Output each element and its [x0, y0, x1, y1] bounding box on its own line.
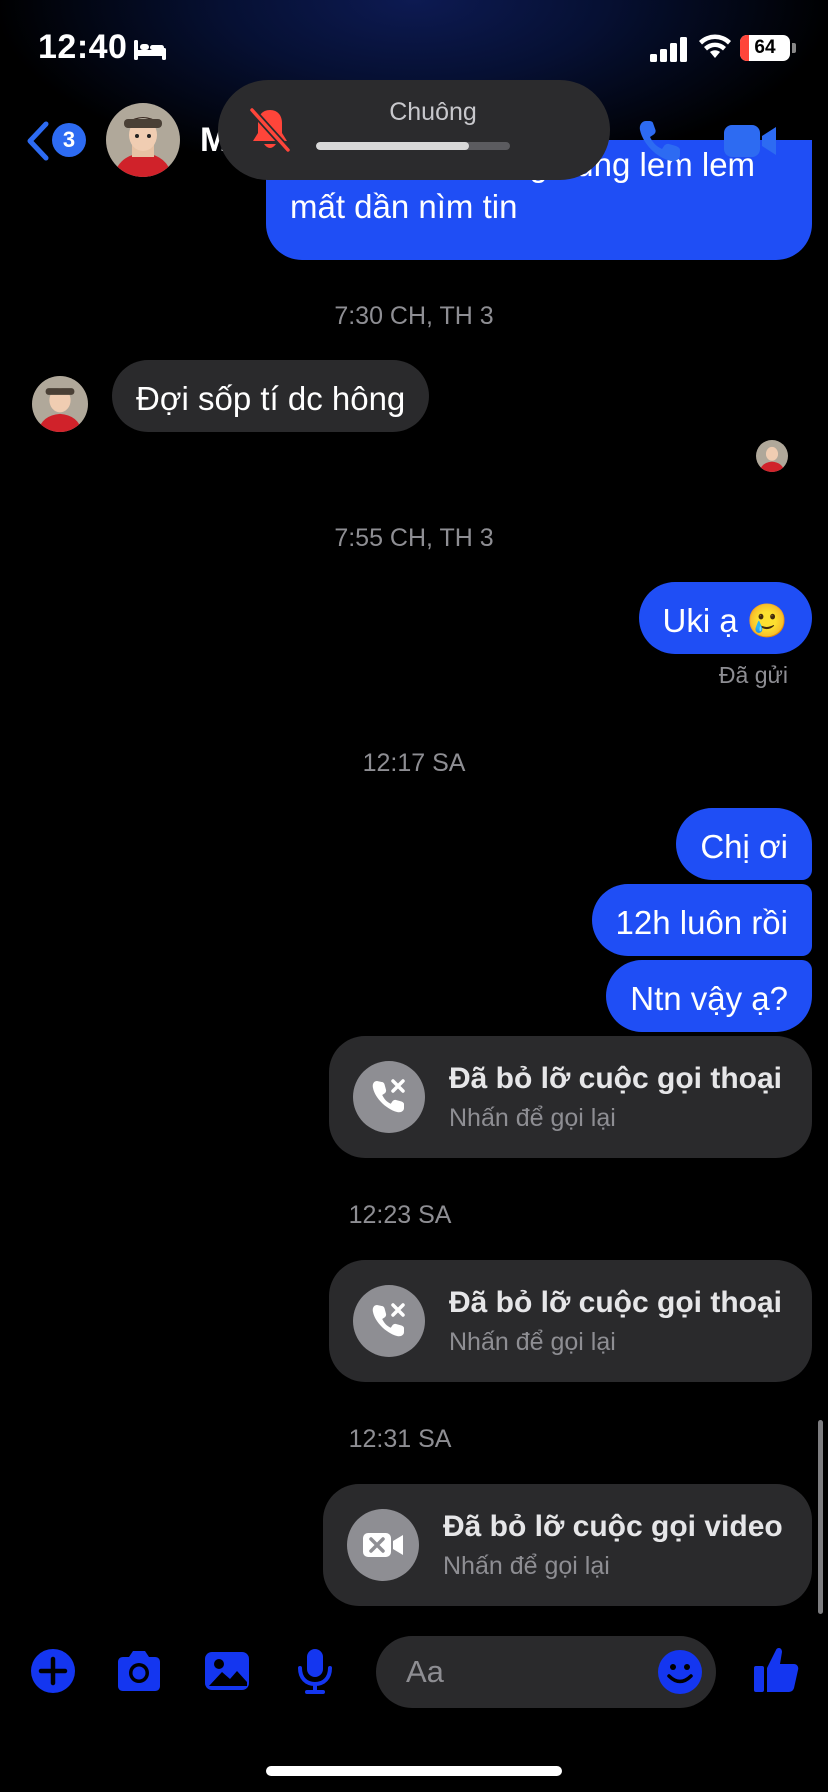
- seen-receipt-avatar: [756, 440, 788, 472]
- microphone-icon[interactable]: [290, 1646, 340, 1696]
- phone-icon[interactable]: [636, 117, 684, 165]
- message-text-line: mất dần nìm tin: [290, 188, 518, 225]
- ringer-volume-bar: [316, 142, 510, 150]
- photo-icon[interactable]: [202, 1646, 252, 1696]
- missed-voice-call-icon: [353, 1285, 425, 1357]
- contact-avatar[interactable]: [106, 103, 180, 177]
- video-camera-icon[interactable]: [722, 119, 778, 163]
- chevron-left-icon[interactable]: [26, 121, 50, 161]
- delivery-status: Đã gửi: [718, 662, 788, 688]
- cellular-signal-icon: [650, 37, 687, 62]
- incoming-message[interactable]: Đợi sốp tí dc hông: [112, 360, 430, 432]
- message-composer: [0, 1620, 828, 1730]
- missed-call-title: Đã bỏ lỡ cuộc gọi thoại: [449, 1062, 783, 1095]
- unread-count-badge[interactable]: 3: [52, 123, 86, 157]
- message-list[interactable]: 😢 vs ơi lem tieng dung lem lem mất dần n…: [0, 0, 828, 1792]
- outgoing-message[interactable]: Uki ạ 🥲: [638, 582, 812, 654]
- battery-icon: 64: [740, 35, 790, 61]
- message-timestamp: 12:17 SA: [362, 749, 466, 777]
- emoji-icon[interactable]: [656, 1648, 704, 1696]
- thumbs-up-icon[interactable]: [752, 1644, 800, 1696]
- scrollbar[interactable]: [818, 1420, 823, 1614]
- missed-call-title: Đã bỏ lỡ cuộc gọi video: [443, 1510, 783, 1543]
- outgoing-message[interactable]: Ntn vậy ạ?: [606, 960, 812, 1032]
- message-timestamp: 7:55 CH, TH 3: [334, 524, 494, 552]
- message-timestamp: 7:30 CH, TH 3: [334, 302, 494, 330]
- missed-call-card[interactable]: Đã bỏ lỡ cuộc gọi thoại Nhấn để gọi lại: [329, 1260, 812, 1382]
- sender-avatar[interactable]: [32, 376, 88, 432]
- ringer-volume-fill: [316, 142, 470, 150]
- outgoing-message[interactable]: Chị ơi: [676, 808, 812, 880]
- bell-slash-icon: [249, 107, 291, 153]
- missed-video-call-icon: [347, 1509, 419, 1581]
- missed-call-subtitle: Nhấn để gọi lại: [443, 1552, 610, 1580]
- plus-circle-icon[interactable]: [28, 1646, 78, 1696]
- bed-icon: [134, 40, 166, 60]
- home-indicator[interactable]: [266, 1766, 562, 1776]
- missed-call-title: Đã bỏ lỡ cuộc gọi thoại: [449, 1286, 783, 1319]
- ringer-label: Chuông: [389, 98, 477, 126]
- message-timestamp: 12:23 SA: [348, 1201, 452, 1229]
- battery-nub: [792, 43, 796, 53]
- missed-call-subtitle: Nhấn để gọi lại: [449, 1104, 616, 1132]
- status-time: 12:40: [38, 28, 128, 66]
- missed-voice-call-icon: [353, 1061, 425, 1133]
- battery-percent: 64: [754, 37, 776, 58]
- outgoing-message[interactable]: 12h luôn rồi: [591, 884, 812, 956]
- wifi-icon: [699, 34, 731, 58]
- missed-call-card[interactable]: Đã bỏ lỡ cuộc gọi video Nhấn để gọi lại: [323, 1484, 812, 1606]
- missed-call-card[interactable]: Đã bỏ lỡ cuộc gọi thoại Nhấn để gọi lại: [329, 1036, 812, 1158]
- missed-call-subtitle: Nhấn để gọi lại: [449, 1328, 616, 1356]
- ringer-overlay: Chuông: [218, 80, 610, 180]
- message-timestamp: 12:31 SA: [348, 1425, 452, 1453]
- camera-icon[interactable]: [114, 1646, 164, 1696]
